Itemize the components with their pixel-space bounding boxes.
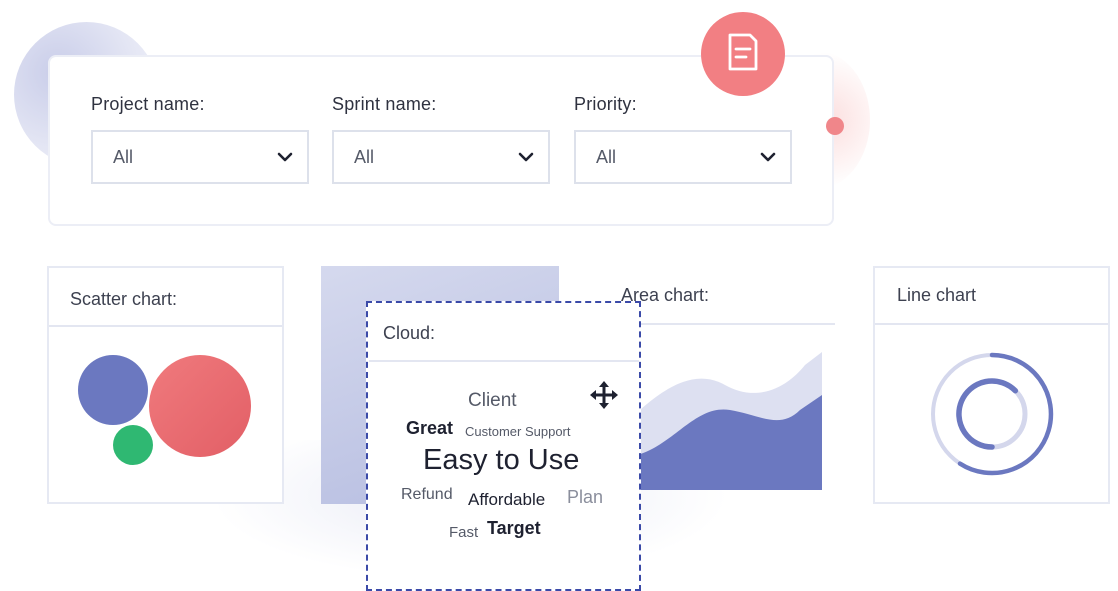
- line-chart-title: Line chart: [897, 285, 977, 305]
- line-chart-graphic: [931, 352, 1054, 476]
- cloud-divider: [369, 360, 639, 362]
- sprint-name-select[interactable]: All: [332, 130, 550, 184]
- scatter-point-red: [149, 355, 251, 457]
- document-badge[interactable]: [701, 12, 785, 96]
- move-icon[interactable]: [590, 381, 618, 414]
- inner-ring-arc: [956, 378, 1019, 450]
- priority-label: Priority:: [574, 94, 637, 114]
- chevron-down-icon: [277, 152, 293, 162]
- scatter-chart-title: Scatter chart:: [70, 289, 178, 309]
- cloud-card-title: Cloud:: [383, 323, 436, 343]
- priority-select[interactable]: All: [574, 130, 792, 184]
- cloud-word: Customer Support: [465, 424, 571, 439]
- cloud-word: Affordable: [468, 490, 546, 509]
- cloud-word: Refund: [401, 486, 453, 503]
- chevron-down-icon: [518, 152, 534, 162]
- scatter-point-green: [113, 425, 153, 465]
- cloud-word: Plan: [567, 487, 604, 507]
- decorative-red-dot: [826, 117, 844, 135]
- cloud-word: Easy to Use: [423, 444, 580, 476]
- cloud-word: Fast: [449, 524, 479, 541]
- outer-ring-arc: [957, 352, 1054, 476]
- scatter-point-blue: [78, 355, 148, 425]
- scatter-chart-graphic: [78, 355, 251, 465]
- sprint-name-label: Sprint name:: [332, 94, 437, 114]
- priority-value: All: [596, 146, 617, 167]
- document-icon: [726, 32, 760, 77]
- chevron-down-icon: [760, 152, 776, 162]
- sprint-name-value: All: [354, 146, 375, 167]
- project-name-select[interactable]: All: [91, 130, 309, 184]
- cloud-word: Target: [487, 518, 541, 538]
- cloud-word: Great: [406, 418, 454, 438]
- project-name-label: Project name:: [91, 94, 205, 114]
- cloud-word: Client: [468, 390, 517, 411]
- project-name-value: All: [113, 146, 134, 167]
